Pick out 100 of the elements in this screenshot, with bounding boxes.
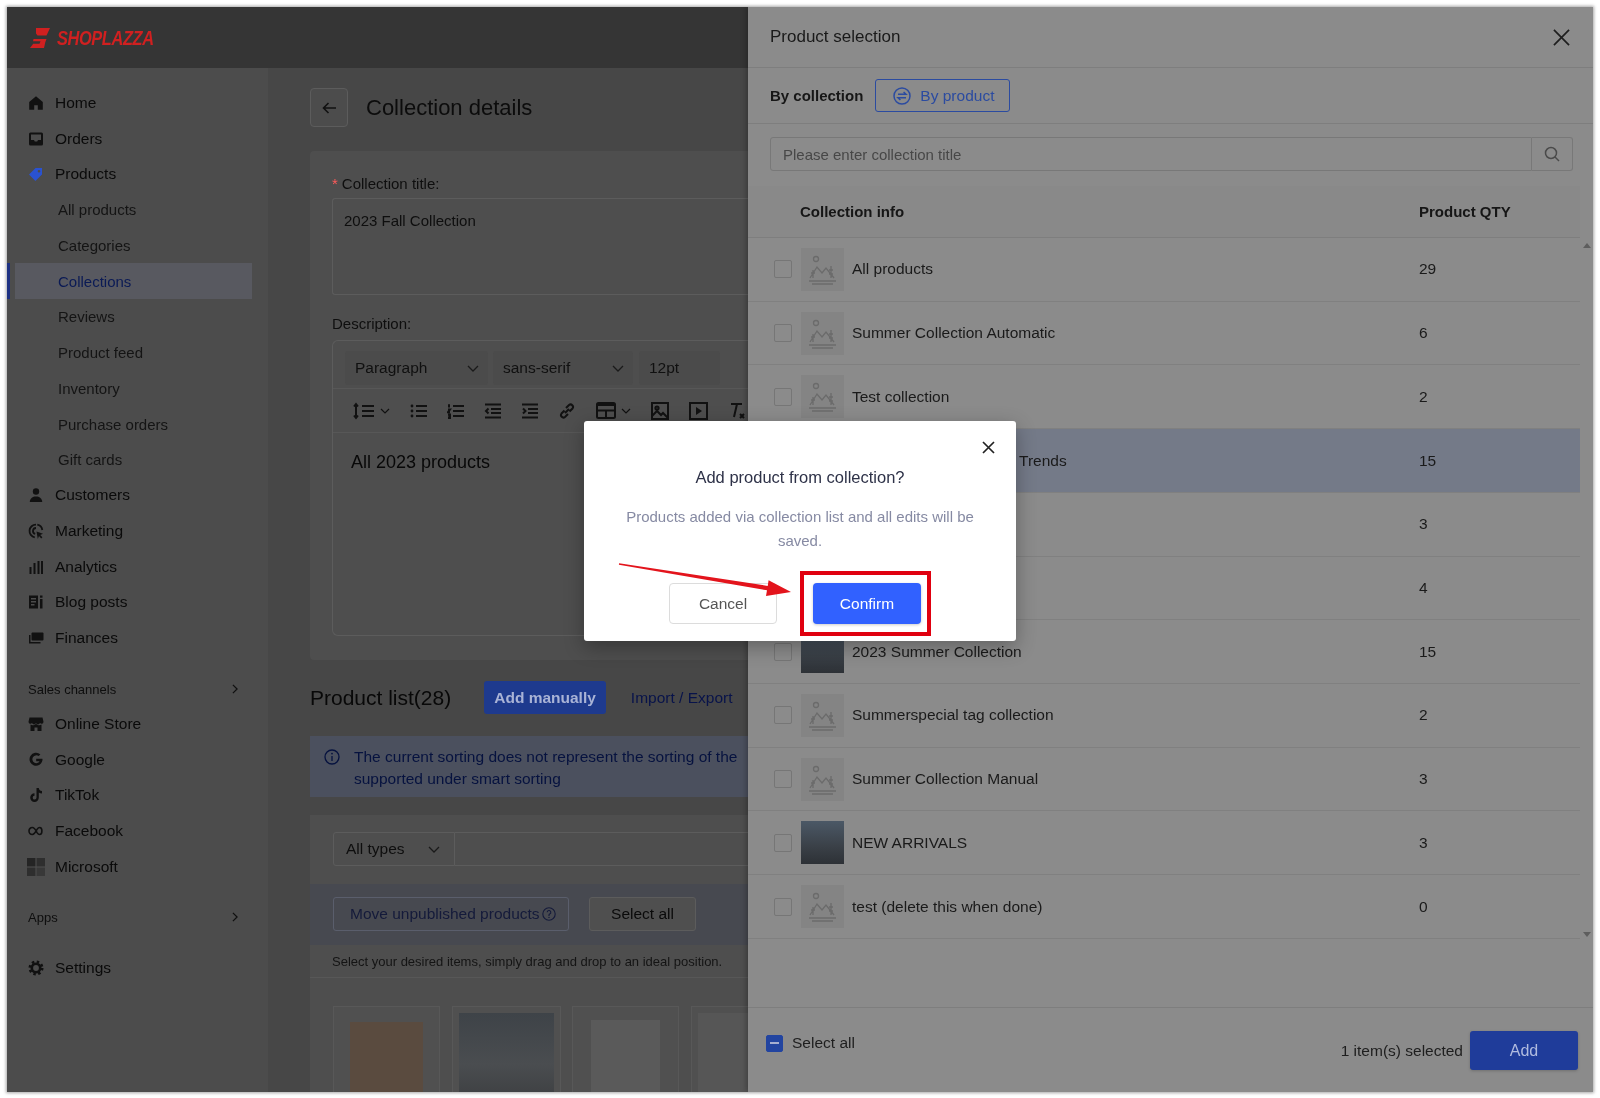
image-placeholder-icon xyxy=(801,375,844,419)
nav-subitem[interactable]: Reviews xyxy=(7,299,252,335)
product-qty: 3 xyxy=(1419,833,1429,852)
close-icon[interactable] xyxy=(982,441,995,454)
info-icon xyxy=(324,749,340,765)
bullet-list-icon[interactable] xyxy=(410,402,427,419)
drawer-title: Product selection xyxy=(770,27,901,47)
nav-item[interactable]: Products xyxy=(7,156,252,193)
swap-icon xyxy=(893,86,912,105)
product-qty: 29 xyxy=(1419,260,1438,279)
search-input-field[interactable] xyxy=(455,832,748,866)
image-placeholder-icon xyxy=(801,247,844,291)
nav-item[interactable]: Online Store xyxy=(7,706,252,742)
product-qty: 2 xyxy=(1419,387,1429,406)
table-row[interactable]: NEW ARRIVALS 3 xyxy=(748,811,1580,876)
play-icon[interactable] xyxy=(689,401,708,420)
scroll-down-icon[interactable] xyxy=(1582,932,1591,937)
product-card[interactable] xyxy=(451,1006,561,1092)
format-dropdown[interactable]: Paragraph xyxy=(345,351,488,385)
nav-item[interactable]: Marketing xyxy=(7,513,252,549)
confirm-button[interactable]: Confirm xyxy=(813,583,921,624)
nav-subitem[interactable]: Categories xyxy=(7,227,252,264)
indent-icon[interactable] xyxy=(521,402,538,419)
image-placeholder-icon xyxy=(801,885,844,929)
nav-item[interactable]: Microsoft xyxy=(7,848,252,885)
caret-icon[interactable] xyxy=(380,407,390,414)
nav-subitem[interactable]: All products xyxy=(7,192,252,228)
table-row[interactable]: Test collection 2 xyxy=(748,365,1580,430)
import-export-link[interactable]: Import / Export xyxy=(630,688,733,707)
product-card[interactable] xyxy=(333,1006,440,1092)
nav-subitem[interactable]: Purchase orders xyxy=(7,406,252,442)
arrow-left-icon xyxy=(321,101,337,114)
nav-item[interactable]: Settings xyxy=(7,950,252,987)
format-dropdown[interactable]: sans-serif xyxy=(493,351,633,385)
product-qty: 4 xyxy=(1419,578,1429,597)
numbered-list-icon[interactable] xyxy=(447,402,464,419)
add-button[interactable]: Add xyxy=(1470,1031,1578,1070)
scroll-up-icon[interactable] xyxy=(1582,243,1591,248)
product-card[interactable] xyxy=(690,1006,748,1092)
product-qty: 0 xyxy=(1419,897,1429,916)
nav-item[interactable]: Orders xyxy=(7,120,252,157)
nav-subitem[interactable]: Inventory xyxy=(7,370,252,407)
line-height-icon[interactable] xyxy=(353,401,375,420)
collection-name: Summer Collection Manual xyxy=(852,770,1040,789)
nav-subitem[interactable]: Product feed xyxy=(7,334,252,371)
product-qty: 2 xyxy=(1419,706,1429,725)
nav-item[interactable]: Google xyxy=(7,741,252,778)
row-checkbox[interactable] xyxy=(774,642,792,661)
type-select[interactable]: All types xyxy=(333,832,455,866)
nav-item[interactable]: Finances xyxy=(7,620,252,656)
select-all-button[interactable]: Select all xyxy=(589,897,696,931)
nav-item[interactable]: Home xyxy=(7,85,252,121)
image-placeholder-icon xyxy=(801,311,844,355)
nav-item[interactable]: Facebook xyxy=(7,813,252,849)
chevron-right-icon[interactable] xyxy=(232,912,238,923)
mode-tab[interactable]: By collection xyxy=(770,87,864,104)
collection-name: Summer Collection Automatic xyxy=(852,324,1057,343)
field-label: Description: xyxy=(332,315,412,332)
link-icon[interactable] xyxy=(558,401,576,420)
clear-format-icon[interactable] xyxy=(728,401,746,420)
nav-item[interactable]: Blog posts xyxy=(7,584,252,621)
nav-subitem[interactable]: Collections xyxy=(7,263,252,300)
collection-name: All products xyxy=(852,260,934,279)
column-header: Product QTY xyxy=(1419,203,1512,220)
product-qty: 3 xyxy=(1419,515,1429,534)
image-icon[interactable] xyxy=(651,401,669,420)
collection-name: Trends xyxy=(1019,451,1068,470)
cancel-button[interactable]: Cancel xyxy=(669,583,777,624)
product-card[interactable] xyxy=(572,1006,679,1092)
chevron-down-icon xyxy=(467,364,479,372)
logo-text: SHOPLAZZA xyxy=(57,25,154,50)
table-row[interactable]: All products 29 xyxy=(748,238,1580,302)
font-size-field[interactable]: 12pt xyxy=(639,351,720,385)
product-qty: 15 xyxy=(1419,642,1438,661)
table-row[interactable]: Summer Collection Automatic 6 xyxy=(748,301,1580,366)
search-button[interactable] xyxy=(1532,137,1573,171)
nav-item[interactable]: TikTok xyxy=(7,777,252,814)
search-field[interactable]: Please enter collection title xyxy=(770,137,1532,171)
caret-icon[interactable] xyxy=(621,407,631,414)
product-qty: 15 xyxy=(1419,451,1438,470)
section-heading: Sales channels xyxy=(28,681,117,697)
chevron-right-icon[interactable] xyxy=(232,684,238,694)
section-title: Product list(28) xyxy=(310,685,452,710)
back-button[interactable] xyxy=(310,88,348,127)
image-placeholder-icon xyxy=(801,693,844,737)
table-icon[interactable] xyxy=(596,402,616,419)
table-row[interactable]: Summerspecial tag collection 2 xyxy=(748,684,1580,748)
required-mark: * xyxy=(332,174,338,194)
add-manually-button[interactable]: Add manually xyxy=(484,681,606,714)
nav-item[interactable]: Analytics xyxy=(7,548,252,585)
table-row[interactable]: Summer Collection Manual 3 xyxy=(748,747,1580,812)
checkbox-label: Select all xyxy=(792,1034,855,1052)
nav-item[interactable]: Customers xyxy=(7,477,252,514)
outdent-icon[interactable] xyxy=(484,402,501,419)
nav-subitem[interactable]: Gift cards xyxy=(7,441,252,478)
title-input-field[interactable]: 2023 Fall Collection xyxy=(332,198,748,295)
collection-name: 2023 Summer Collection xyxy=(852,642,1023,661)
select-all-checkbox[interactable] xyxy=(766,1034,783,1052)
mode-tab[interactable]: By product xyxy=(875,79,1011,112)
table-row[interactable]: test (delete this when done) 0 xyxy=(748,875,1580,939)
